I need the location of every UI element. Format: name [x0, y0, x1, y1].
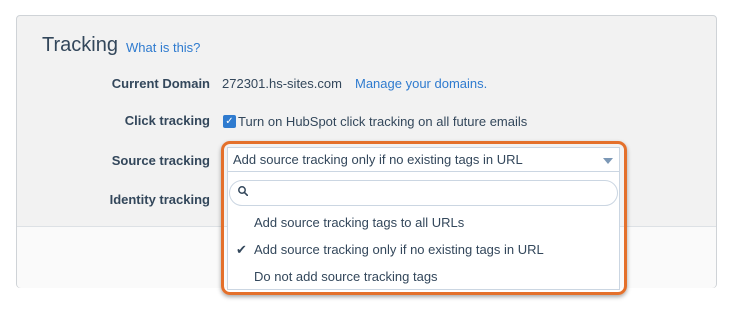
identity-tracking-label: Identity tracking: [109, 192, 210, 207]
current-domain-label: Current Domain: [111, 76, 210, 91]
section-title: Tracking: [42, 34, 118, 56]
what-is-this-link[interactable]: What is this?: [126, 40, 200, 55]
source-tracking-label: Source tracking: [111, 153, 210, 168]
current-domain-value: 272301.hs-sites.com: [222, 76, 342, 91]
click-tracking-checkbox[interactable]: ✓: [223, 115, 236, 128]
click-tracking-checkbox-label: Turn on HubSpot click tracking on all fu…: [238, 114, 528, 129]
click-tracking-label: Click tracking: [124, 113, 210, 128]
manage-domains-link[interactable]: Manage your domains.: [355, 76, 487, 91]
highlight-annotation: [221, 141, 627, 295]
